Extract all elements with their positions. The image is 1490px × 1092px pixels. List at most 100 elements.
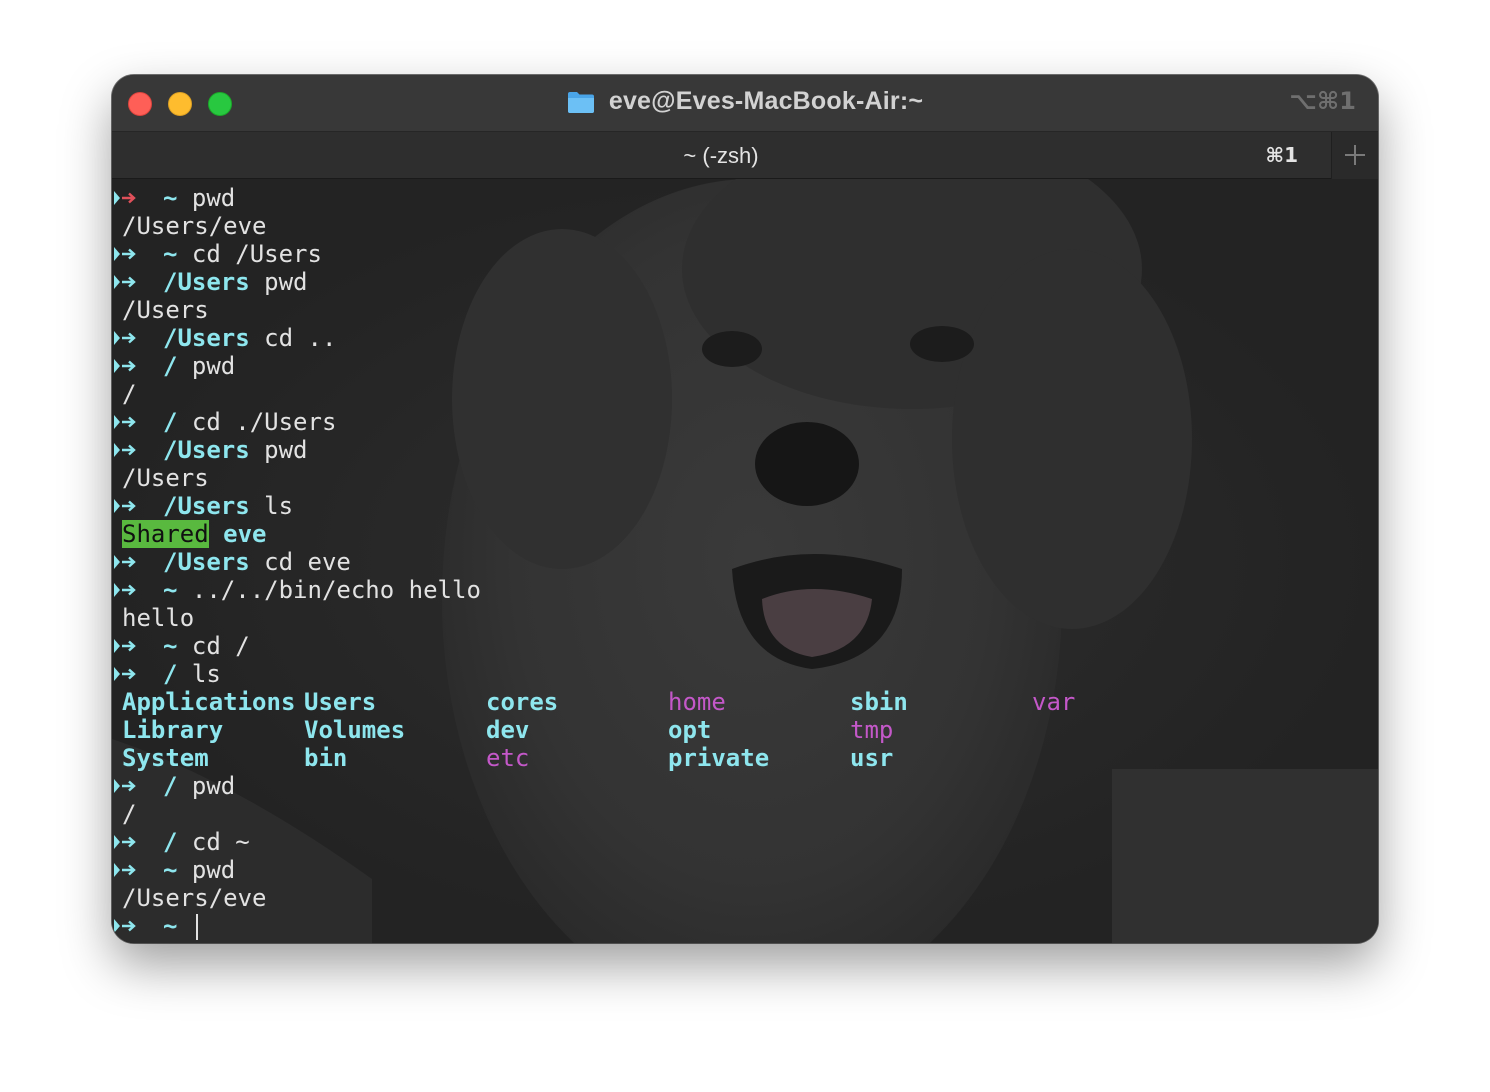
tab-bar: ~ (-zsh) ⌘1 [112,131,1378,179]
arrow-right-icon [114,408,138,436]
output-text: hello [122,604,195,632]
ls-entry: System [122,744,209,772]
prompt-dir: /Users [163,492,250,520]
prompt-dir: / [163,828,178,856]
prompt-dir: ~ [163,632,178,660]
arrow-right-icon [114,576,138,604]
prompt-command: pwd [191,352,236,380]
arrow-right-icon [114,660,138,688]
ls-entry-shared: Shared [122,520,209,548]
folder-icon [567,90,595,114]
arrow-right-icon [114,548,138,576]
prompt-content: ~ cd /Users [163,240,322,268]
ls-entry: Users [304,688,377,716]
ls-entry: bin [304,744,348,772]
prompt-command: ../../bin/echo hello [191,576,481,604]
prompt-command: pwd [264,436,308,464]
prompt-dir: / [163,660,178,688]
prompt-dir: /Users [163,324,250,352]
output-text: /Users [122,296,209,324]
prompt-command: cd eve [264,548,351,576]
window-shortcut: ⌥⌘1 [1289,87,1356,115]
ls-entry: opt [668,716,712,744]
prompt-command: cd ./Users [191,408,337,436]
ls-entry: Applications [122,688,296,716]
ls-entry: tmp [850,716,894,744]
arrow-right-icon [114,632,138,660]
ls-entry: usr [850,744,894,772]
prompt-content: ~ pwd [163,856,235,884]
prompt-command: pwd [191,184,236,212]
tab-zsh[interactable]: ~ (-zsh) ⌘1 [112,132,1330,179]
prompt-content: /Users cd eve [163,548,351,576]
prompt-content: ~ pwd [163,184,235,212]
prompt-dir: /Users [163,436,250,464]
prompt-dir: / [163,408,178,436]
ls-entry: home [668,688,726,716]
prompt-dir: ~ [163,856,178,884]
window-title-group: eve@Eves-MacBook-Air:~ [112,87,1378,119]
arrow-right-icon [114,324,138,352]
arrow-right-icon [114,436,138,464]
prompt-command: pwd [191,772,236,800]
arrow-right-icon [114,492,138,520]
ls-output: Shared eve [122,520,267,548]
prompt-content: ~ ../../bin/echo hello [163,576,481,604]
terminal-window: eve@Eves-MacBook-Air:~ ⌥⌘1 ~ (-zsh) ⌘1 ~… [112,75,1378,943]
ls-entry: Library [122,716,224,744]
ls-entry-eve: eve [223,520,267,548]
arrow-right-icon [114,352,138,380]
output-text: / [122,800,137,828]
terminal-content[interactable]: ~ pwd/Users/eve ~ cd /Users/Users pwd/Use… [112,179,1378,943]
ls-entry: dev [486,716,530,744]
prompt-dir: /Users [163,268,250,296]
prompt-dir: / [163,772,178,800]
prompt-content: / ls [163,660,221,688]
output-text: /Users/eve [122,212,267,240]
arrow-right-icon [114,772,138,800]
arrow-right-icon [114,240,138,268]
prompt-command: cd .. [264,324,337,352]
prompt-command: cd /Users [191,240,322,268]
plus-icon [1345,145,1365,165]
output-text: / [122,380,137,408]
tab-label: ~ (-zsh) [683,143,759,168]
prompt-content: /Users cd .. [163,324,336,352]
text-cursor [195,914,198,940]
ls-entry: sbin [850,688,908,716]
prompt-dir: /Users [163,548,250,576]
prompt-dir: / [163,352,178,380]
prompt-content: ~ [163,912,198,940]
ls-entry: Volumes [304,716,406,744]
prompt-dir: ~ [163,912,178,940]
ls-entry: etc [486,744,530,772]
output-text: /Users/eve [122,884,267,912]
title-bar[interactable]: eve@Eves-MacBook-Air:~ ⌥⌘1 [112,75,1378,131]
arrow-right-icon [114,856,138,884]
prompt-content: ~ cd / [163,632,250,660]
prompt-dir: ~ [163,240,178,268]
tab-shortcut: ⌘1 [1265,143,1298,167]
prompt-content: /Users pwd [163,436,308,464]
prompt-content: /Users pwd [163,268,308,296]
arrow-right-icon [114,828,138,856]
arrow-right-icon [114,184,138,212]
ls-entry: cores [486,688,559,716]
prompt-command: ls [264,492,294,520]
prompt-command: pwd [264,268,308,296]
prompt-dir: ~ [163,576,178,604]
prompt-content: /Users ls [163,492,293,520]
output-text: /Users [122,464,209,492]
prompt-command: cd ~ [191,828,250,856]
prompt-command: pwd [191,856,236,884]
prompt-content: / pwd [163,352,235,380]
arrow-right-icon [114,912,138,940]
prompt-content: / cd ./Users [163,408,336,436]
prompt-command: cd / [191,632,250,660]
prompt-dir: ~ [163,184,178,212]
prompt-content: / cd ~ [163,828,250,856]
prompt-command: ls [191,660,221,688]
new-tab-button[interactable] [1331,132,1378,179]
ls-entry: private [668,744,770,772]
window-title: eve@Eves-MacBook-Air:~ [608,87,924,115]
